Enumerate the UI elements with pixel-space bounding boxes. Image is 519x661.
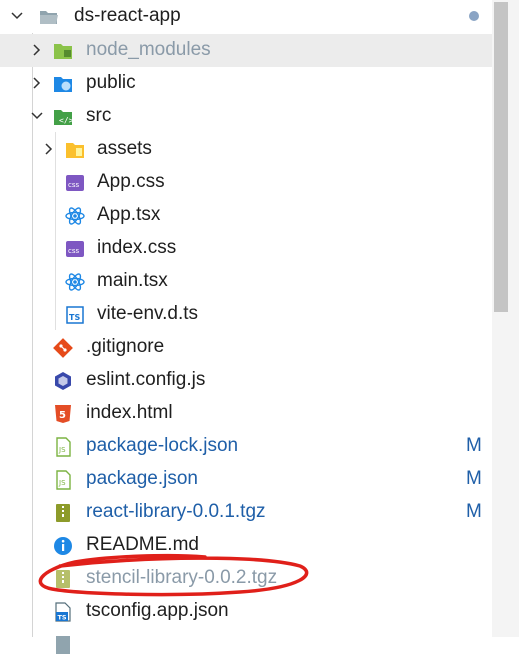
tree-item-readme[interactable]: README.md <box>0 529 492 562</box>
tree-item-label: src <box>86 105 112 126</box>
tree-item-gitignore[interactable]: .gitignore <box>0 331 492 364</box>
tree-item-tsconfig-app[interactable]: TS tsconfig.app.json <box>0 595 492 628</box>
svg-text:css: css <box>68 181 79 189</box>
svg-text:TS: TS <box>69 313 80 322</box>
explorer-root-folder[interactable]: ds-react-app <box>0 0 492 33</box>
react-icon <box>65 273 85 291</box>
zip-archive-icon <box>56 504 70 522</box>
json-icon: JS <box>56 437 71 457</box>
html5-icon: 5 <box>55 405 71 423</box>
tree-item-src[interactable]: </> src <box>0 100 492 133</box>
chevron-right-icon[interactable] <box>30 43 44 57</box>
svg-text:JS: JS <box>58 446 66 454</box>
chevron-down-icon[interactable] <box>30 109 44 123</box>
typescript-icon: TS <box>66 306 84 324</box>
info-icon <box>54 537 72 555</box>
chevron-right-icon[interactable] <box>30 76 44 90</box>
chevron-down-icon[interactable] <box>10 9 24 23</box>
tree-item-label: tsconfig.app.json <box>86 600 229 621</box>
tree-item-label: main.tsx <box>97 270 168 291</box>
tree-item-label: stencil-library-0.0.2.tgz <box>86 567 278 588</box>
tree-item-index-css[interactable]: css index.css <box>0 232 492 265</box>
tree-item-label: package-lock.json <box>86 435 239 456</box>
tree-item-eslint-config[interactable]: eslint.config.js <box>0 364 492 397</box>
tree-item-node-modules[interactable]: node_modules <box>0 34 492 67</box>
tree-item-index-html[interactable]: 5 index.html <box>0 397 492 430</box>
tree-item-react-library-tgz[interactable]: react-library-0.0.1.tgz M <box>0 496 492 529</box>
tree-item-label: index.html <box>86 402 173 423</box>
tree-item-app-css[interactable]: css App.css <box>0 166 492 199</box>
root-folder-label: ds-react-app <box>74 5 181 26</box>
scrollbar-thumb[interactable] <box>494 2 508 312</box>
typescript-config-icon: TS <box>55 602 71 622</box>
tree-item-assets[interactable]: assets <box>0 133 492 166</box>
folder-open-icon <box>40 11 58 24</box>
tree-item-vite-env[interactable]: TS vite-env.d.ts <box>0 298 492 331</box>
tree-item-app-tsx[interactable]: App.tsx <box>0 199 492 232</box>
folder-public-icon <box>54 77 72 92</box>
tree-item-label: package.json <box>86 468 198 489</box>
tree-item-label: public <box>86 72 136 93</box>
file-explorer: ds-react-app node_modules public </> src… <box>0 0 519 654</box>
tree-item-package-lock[interactable]: JS package-lock.json M <box>0 430 492 463</box>
tree-item-label: index.css <box>97 237 177 258</box>
tree-item-label: App.css <box>97 171 165 192</box>
git-icon <box>53 338 73 358</box>
json-icon: JS <box>56 470 71 490</box>
tree-item-partial[interactable] <box>0 628 492 661</box>
tree-item-label: App.tsx <box>97 204 161 225</box>
tree-item-label: eslint.config.js <box>86 369 206 390</box>
file-icon <box>56 636 70 654</box>
git-modified-badge: M <box>466 501 482 522</box>
folder-src-icon: </> <box>54 110 74 125</box>
tree-item-label: assets <box>97 138 152 159</box>
folder-node-icon <box>54 44 72 59</box>
tree-item-public[interactable]: public <box>0 67 492 100</box>
chevron-right-icon[interactable] <box>42 142 56 156</box>
folder-assets-icon <box>66 143 84 158</box>
tree-item-main-tsx[interactable]: main.tsx <box>0 265 492 298</box>
css-file-icon: css <box>66 241 84 257</box>
modified-indicator-dot <box>469 11 479 21</box>
svg-text:css: css <box>68 247 79 255</box>
css-file-icon: css <box>66 175 84 191</box>
tree-item-label: vite-env.d.ts <box>97 303 199 324</box>
tree-item-label: .gitignore <box>86 336 165 357</box>
git-modified-badge: M <box>466 435 482 456</box>
tree-item-stencil-library-tgz[interactable]: stencil-library-0.0.2.tgz <box>0 562 492 595</box>
tree-item-package-json[interactable]: JS package.json M <box>0 463 492 496</box>
eslint-icon <box>55 372 71 390</box>
tree-item-label: README.md <box>86 534 199 555</box>
tree-item-label: node_modules <box>86 39 211 60</box>
react-icon <box>65 207 85 225</box>
svg-text:JS: JS <box>58 479 66 487</box>
zip-archive-icon <box>56 570 70 588</box>
git-modified-badge: M <box>466 468 482 489</box>
svg-text:TS: TS <box>58 614 67 622</box>
svg-text:5: 5 <box>59 410 66 421</box>
tree-item-label: react-library-0.0.1.tgz <box>86 501 266 522</box>
svg-text:</>: </> <box>59 116 74 125</box>
